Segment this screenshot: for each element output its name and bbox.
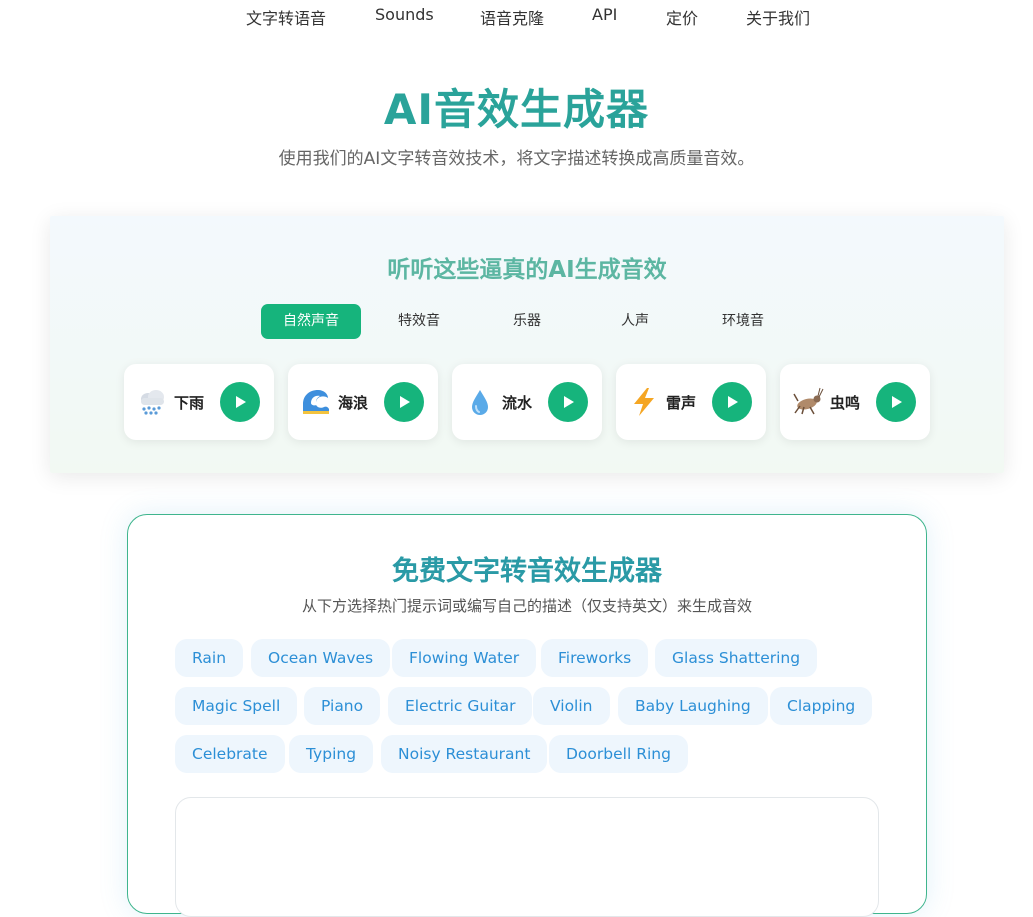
nav-item-pricing[interactable]: 定价: [666, 5, 698, 29]
sound-card-crickets: 虫鸣: [780, 364, 930, 440]
page-title: AI音效生成器: [383, 85, 650, 134]
prompt-textarea[interactable]: [175, 797, 879, 917]
generator-subtitle: 从下方选择热门提示词或编写自己的描述（仅支持英文）来生成音效: [301, 597, 752, 615]
demo-section: 听听这些逼真的AI生成音效 自然声音 特效音 乐器 人声 环境音 下雨 海浪 流…: [50, 216, 1004, 473]
nav-item-tts[interactable]: 文字转语音: [246, 5, 326, 29]
sound-card-rain: 下雨: [124, 364, 274, 440]
page-subtitle: 使用我们的AI文字转音效技术，将文字描述转换成高质量音效。: [278, 149, 755, 169]
prompt-chip-fireworks[interactable]: Fireworks: [541, 639, 649, 677]
prompt-chip-magic-spell[interactable]: Magic Spell: [175, 687, 298, 725]
nav-item-voice-clone[interactable]: 语音克隆: [480, 5, 544, 29]
prompt-chip-clapping[interactable]: Clapping: [770, 687, 873, 725]
demo-title: 听听这些逼真的AI生成音效: [387, 257, 667, 283]
prompt-chip-violin[interactable]: Violin: [533, 687, 610, 725]
prompt-chip-celebrate[interactable]: Celebrate: [175, 735, 285, 773]
sound-card-label: 下雨: [174, 394, 205, 412]
sound-card-thunder: 雷声: [616, 364, 766, 440]
nav-item-api[interactable]: API: [592, 5, 617, 24]
tab-ambient[interactable]: 环境音: [693, 304, 793, 339]
nav-item-sounds[interactable]: Sounds: [375, 5, 434, 24]
play-button-thunder[interactable]: [712, 382, 752, 422]
cricket-icon: [793, 387, 824, 415]
play-icon: [892, 396, 902, 408]
sound-card-label: 雷声: [666, 394, 697, 412]
prompt-chip-electric-guitar[interactable]: Electric Guitar: [388, 687, 533, 725]
generator-title: 免费文字转音效生成器: [392, 556, 662, 587]
nav-item-about[interactable]: 关于我们: [746, 5, 810, 29]
prompt-chip-flowing-water[interactable]: Flowing Water: [392, 639, 537, 677]
droplet-icon: [472, 390, 488, 415]
sound-card-label: 海浪: [338, 394, 369, 412]
prompt-chip-ocean-waves[interactable]: Ocean Waves: [251, 639, 391, 677]
play-icon: [236, 396, 246, 408]
wave-icon: [303, 390, 329, 414]
sound-card-label: 虫鸣: [830, 394, 861, 412]
prompt-chip-rain[interactable]: Rain: [175, 639, 244, 677]
sound-card-waves: 海浪: [288, 364, 438, 440]
prompt-chip-typing[interactable]: Typing: [289, 735, 374, 773]
prompt-chip-noisy-restaurant[interactable]: Noisy Restaurant: [381, 735, 548, 773]
play-icon: [564, 396, 574, 408]
prompt-chip-baby-laughing[interactable]: Baby Laughing: [618, 687, 768, 725]
tab-human-voice[interactable]: 人声: [585, 304, 685, 339]
play-button-waves[interactable]: [384, 382, 424, 422]
prompt-chip-glass-shattering[interactable]: Glass Shattering: [655, 639, 818, 677]
tab-instruments[interactable]: 乐器: [477, 304, 577, 339]
play-button-rain[interactable]: [220, 382, 260, 422]
play-icon: [400, 396, 410, 408]
lightning-icon: [634, 388, 654, 416]
top-nav: 文字转语音 Sounds 语音克隆 API 定价 关于我们: [0, 0, 1033, 34]
sound-card-water: 流水: [452, 364, 602, 440]
tab-effects[interactable]: 特效音: [369, 304, 469, 339]
generator-panel: 免费文字转音效生成器 从下方选择热门提示词或编写自己的描述（仅支持英文）来生成音…: [127, 514, 927, 917]
prompt-chip-piano[interactable]: Piano: [304, 687, 381, 725]
prompt-chip-doorbell-ring[interactable]: Doorbell Ring: [549, 735, 688, 773]
play-icon: [728, 396, 738, 408]
tab-nature[interactable]: 自然声音: [261, 304, 361, 339]
play-button-water[interactable]: [548, 382, 588, 422]
rain-cloud-icon: [141, 390, 164, 415]
play-button-crickets[interactable]: [876, 382, 916, 422]
sound-card-label: 流水: [502, 394, 533, 412]
